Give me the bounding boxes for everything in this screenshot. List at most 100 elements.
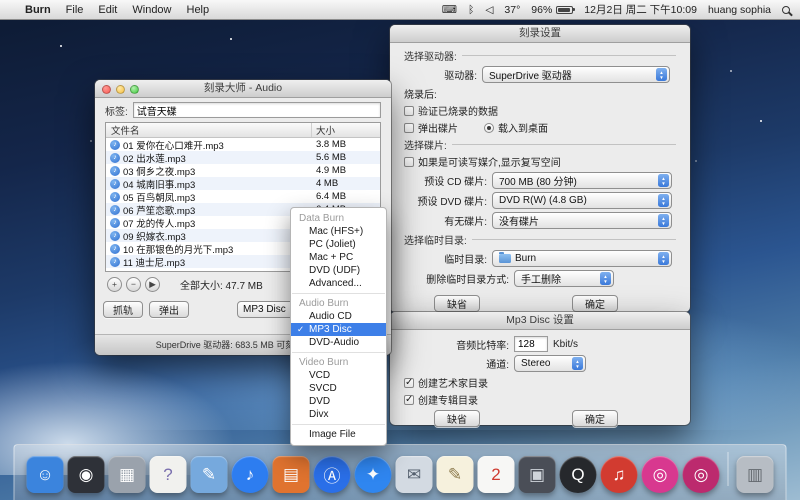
menu-item-advanced[interactable]: Advanced...	[291, 277, 386, 290]
notes-icon[interactable]: ✎	[437, 456, 474, 493]
drive-select[interactable]: SuperDrive 驱动器	[482, 66, 670, 83]
spotlight-icon[interactable]	[782, 6, 790, 14]
disc-label-caption: 标签:	[105, 103, 128, 118]
file-name: 01 爱你在心口难开.mp3	[123, 138, 316, 152]
dock-separator	[728, 452, 729, 486]
temp-dir-select[interactable]: Burn	[492, 250, 672, 267]
add-track-button[interactable]: +	[107, 277, 122, 292]
mp3-settings-window: Mp3 Disc 设置 音频比特率: Kbit/s 通道: Stereo 创建艺…	[390, 312, 690, 425]
mp3-ok-button[interactable]: 确定	[572, 410, 618, 427]
table-row[interactable]: ♪03 侗乡之夜.mp34.9 MB	[106, 164, 380, 177]
delete-mode-select[interactable]: 手工删除	[514, 270, 614, 287]
books-icon[interactable]: ▤	[273, 456, 310, 493]
music-note-icon: ♪	[110, 244, 120, 254]
menu-item-svcd[interactable]: SVCD	[291, 382, 386, 395]
zoom-button[interactable]	[130, 85, 139, 94]
cd-preset-select[interactable]: 700 MB (80 分钟)	[492, 172, 672, 189]
eject-button[interactable]: 弹出	[149, 301, 189, 318]
mount-desktop-radio[interactable]	[484, 123, 494, 133]
track-list-header[interactable]: 文件名 大小	[106, 123, 380, 138]
keyboard-icon[interactable]: ⌨	[442, 4, 457, 16]
burn-disc-icon[interactable]: ◎	[642, 456, 679, 493]
traffic-lights	[102, 85, 139, 94]
menu-item-mac-pc[interactable]: Mac + PC	[291, 251, 386, 264]
music-note-icon: ♪	[110, 231, 120, 241]
music-note-icon: ♪	[110, 166, 120, 176]
media-present-select[interactable]: 没有碟片	[492, 212, 672, 229]
safari-icon[interactable]: ✦	[355, 456, 392, 493]
table-row[interactable]: ♪02 出水莲.mp35.6 MB	[106, 151, 380, 164]
itunes-icon[interactable]: ♪	[232, 456, 269, 493]
trash-icon[interactable]: ▥	[737, 456, 774, 493]
menu-header-audio-burn: Audio Burn	[291, 297, 386, 310]
menu-item-dvd-udf[interactable]: DVD (UDF)	[291, 264, 386, 277]
calendar-icon[interactable]: 2	[478, 456, 515, 493]
artist-dir-checkbox[interactable]	[404, 378, 414, 388]
album-dir-checkbox[interactable]	[404, 395, 414, 405]
menu-item-dvd[interactable]: DVD	[291, 395, 386, 408]
table-row[interactable]: ♪01 爱你在心口难开.mp33.8 MB	[106, 138, 380, 151]
battery-status[interactable]: 96%	[531, 4, 573, 16]
section-divider	[462, 55, 676, 56]
bitrate-input[interactable]	[514, 336, 548, 352]
menu-bar-clock[interactable]: 12月2日 周二 下午10:09	[584, 2, 697, 17]
verify-data-checkbox[interactable]	[404, 106, 414, 116]
menu-item-dvd-audio[interactable]: DVD-Audio	[291, 336, 386, 349]
menu-file[interactable]: File	[66, 4, 84, 16]
menu-item-mac-hfs[interactable]: Mac (HFS+)	[291, 225, 386, 238]
photos-icon[interactable]: ▣	[519, 456, 556, 493]
column-filename[interactable]: 文件名	[106, 123, 312, 137]
burn-disc-icon-2[interactable]: ◎	[683, 456, 720, 493]
disc-label-input[interactable]	[133, 102, 381, 118]
column-size[interactable]: 大小	[312, 123, 380, 137]
applications-folder-icon[interactable]: ✎	[191, 456, 228, 493]
menu-item-audio-cd[interactable]: Audio CD	[291, 310, 386, 323]
play-button[interactable]: ▶	[145, 277, 160, 292]
close-button[interactable]	[102, 85, 111, 94]
menu-item-vcd[interactable]: VCD	[291, 369, 386, 382]
mount-desktop-label: 载入到桌面	[498, 120, 548, 135]
rip-button[interactable]: 抓轨	[103, 301, 143, 318]
menu-burn[interactable]: Burn	[25, 4, 51, 16]
table-row[interactable]: ♪04 城南旧事.mp34 MB	[106, 177, 380, 190]
help-icon[interactable]: ?	[150, 456, 187, 493]
qq-icon[interactable]: Q	[560, 456, 597, 493]
minimize-button[interactable]	[116, 85, 125, 94]
table-row[interactable]: ♪05 百鸟朝凤.mp36.4 MB	[106, 190, 380, 203]
mp3-default-button[interactable]: 缺省	[434, 410, 480, 427]
bluetooth-icon[interactable]: ᛒ	[468, 4, 474, 16]
dashboard-icon[interactable]: ◉	[68, 456, 105, 493]
menu-item-mp3-disc[interactable]: ✓ MP3 Disc	[291, 323, 386, 336]
eject-disc-checkbox[interactable]	[404, 123, 414, 133]
rewritable-checkbox[interactable]	[404, 157, 414, 167]
delete-mode-value: 手工删除	[521, 271, 561, 286]
popup-arrows-icon	[600, 272, 611, 285]
app-store-icon[interactable]: Ⓐ	[314, 456, 351, 493]
mail-icon[interactable]: ✉	[396, 456, 433, 493]
burn-default-button[interactable]: 缺省	[434, 295, 480, 312]
burn-settings-titlebar[interactable]: 刻录设置	[390, 25, 690, 43]
menu-edit[interactable]: Edit	[98, 4, 117, 16]
popup-arrows-icon	[658, 252, 669, 265]
menu-item-image-file[interactable]: Image File	[291, 428, 386, 441]
channel-select[interactable]: Stereo	[514, 355, 586, 372]
menu-help[interactable]: Help	[187, 4, 210, 16]
dvd-preset-select[interactable]: DVD R(W) (4.8 GB)	[492, 192, 672, 209]
burn-ok-button[interactable]: 确定	[572, 295, 618, 312]
volume-icon[interactable]: ◁	[485, 4, 493, 16]
menu-item-pc-joliet[interactable]: PC (Joliet)	[291, 238, 386, 251]
weather-temp[interactable]: 37°	[504, 4, 520, 16]
popup-arrows-icon	[658, 174, 669, 187]
mp3-settings-titlebar[interactable]: Mp3 Disc 设置	[390, 312, 690, 330]
music-app-icon[interactable]: ♫	[601, 456, 638, 493]
disc-type-menu: Data Burn Mac (HFS+) PC (Joliet) Mac + P…	[290, 207, 387, 446]
launchpad-icon[interactable]: ▦	[109, 456, 146, 493]
audio-window-titlebar[interactable]: 刻录大师 - Audio	[95, 80, 391, 98]
finder-icon[interactable]: ☺	[27, 456, 64, 493]
temp-dir-value: Burn	[515, 253, 536, 264]
remove-track-button[interactable]: −	[126, 277, 141, 292]
menu-item-divx[interactable]: Divx	[291, 408, 386, 421]
menu-window[interactable]: Window	[132, 4, 171, 16]
user-menu[interactable]: huang sophia	[708, 4, 771, 16]
music-note-icon: ♪	[110, 218, 120, 228]
